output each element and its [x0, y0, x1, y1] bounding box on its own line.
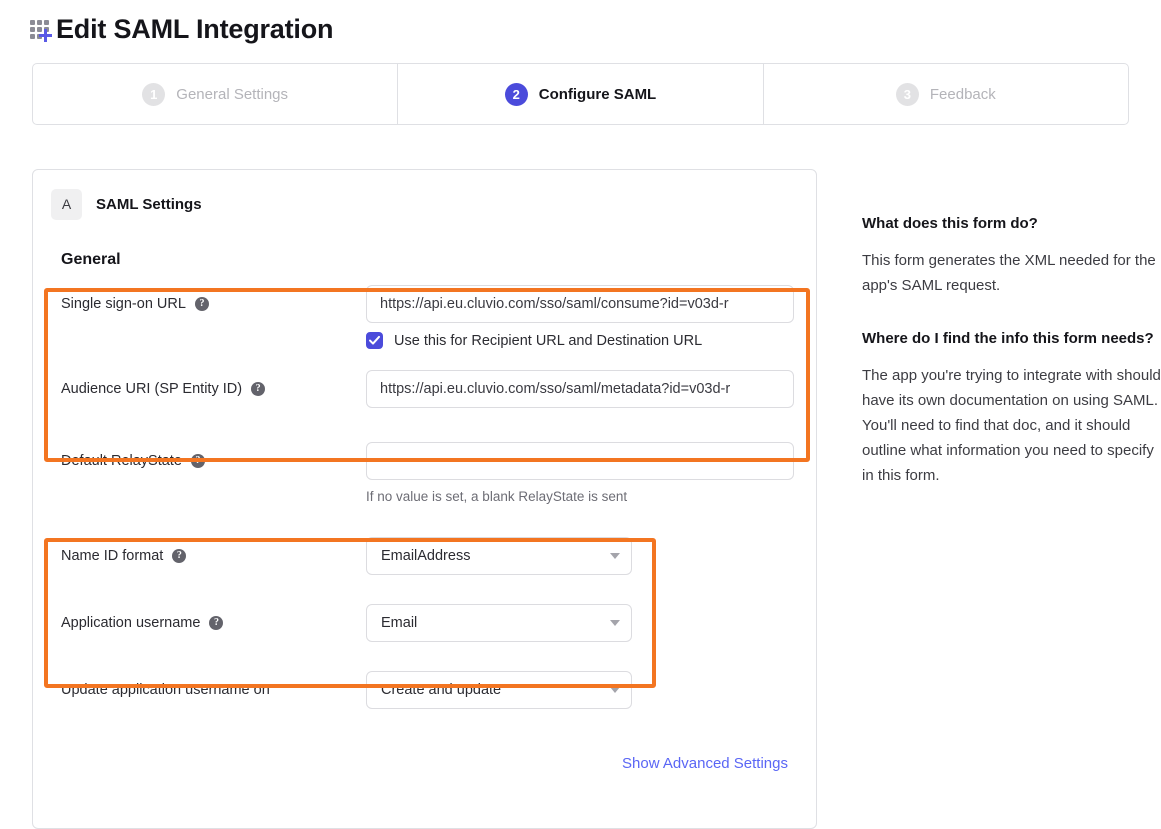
- control-audience-uri: https://api.eu.cluvio.com/sso/saml/metad…: [366, 370, 816, 408]
- row-application-username: Application username ? Email: [33, 604, 816, 642]
- wizard-stepper: 1 General Settings 2 Configure SAML 3 Fe…: [32, 63, 1129, 125]
- default-relaystate-input[interactable]: [366, 442, 794, 480]
- recipient-destination-checkbox-row[interactable]: Use this for Recipient URL and Destinati…: [366, 332, 816, 349]
- help-question-1: What does this form do?: [862, 215, 1038, 232]
- label-text: Update application username on: [61, 682, 270, 698]
- step-feedback[interactable]: 3 Feedback: [764, 64, 1128, 124]
- recipient-destination-checkbox[interactable]: [366, 332, 383, 349]
- step-number-badge: 2: [504, 82, 528, 106]
- label-update-application-username-on: Update application username on: [61, 671, 366, 698]
- label-name-id-format: Name ID format ?: [61, 537, 366, 564]
- update-application-username-on-value: Create and update: [381, 682, 502, 698]
- chevron-down-icon: [610, 687, 620, 693]
- application-username-value: Email: [381, 615, 418, 631]
- default-relaystate-hint: If no value is set, a blank RelayState i…: [366, 489, 628, 504]
- step-label: General Settings: [176, 85, 289, 103]
- step-label: Feedback: [929, 85, 996, 103]
- label-text: Name ID format: [61, 548, 164, 564]
- control-update-application-username-on: Create and update: [366, 671, 816, 709]
- label-audience-uri: Audience URI (SP Entity ID) ?: [61, 370, 366, 397]
- help-icon[interactable]: ?: [194, 297, 209, 311]
- help-icon[interactable]: ?: [209, 616, 224, 630]
- section-header: A SAML Settings: [33, 188, 816, 220]
- label-default-relaystate: Default RelayState ?: [61, 442, 366, 469]
- update-application-username-on-select[interactable]: Create and update: [366, 671, 632, 709]
- label-text: Default RelayState: [61, 453, 182, 469]
- label-single-sign-on-url: Single sign-on URL ?: [61, 285, 366, 312]
- label-text: Audience URI (SP Entity ID): [61, 381, 243, 397]
- control-name-id-format: EmailAddress: [366, 537, 816, 575]
- row-single-sign-on-url: Single sign-on URL ? https://api.eu.cluv…: [33, 285, 816, 349]
- section-title: SAML Settings: [96, 195, 202, 213]
- audience-uri-input[interactable]: https://api.eu.cluvio.com/sso/saml/metad…: [366, 370, 794, 408]
- chevron-down-icon: [610, 620, 620, 626]
- step-general-settings[interactable]: 1 General Settings: [33, 64, 399, 124]
- row-default-relaystate: Default RelayState ? If no value is set,…: [33, 442, 816, 504]
- content-area: A SAML Settings General Single sign-on U…: [32, 169, 1161, 829]
- section-badge: A: [51, 188, 82, 220]
- advanced-settings-row: Show Advanced Settings: [33, 755, 816, 772]
- show-advanced-settings-link[interactable]: Show Advanced Settings: [622, 755, 788, 772]
- row-name-id-format: Name ID format ? EmailAddress: [33, 537, 816, 575]
- single-sign-on-url-input[interactable]: https://api.eu.cluvio.com/sso/saml/consu…: [366, 285, 794, 323]
- application-username-select[interactable]: Email: [366, 604, 632, 642]
- help-icon[interactable]: ?: [190, 454, 205, 468]
- label-application-username: Application username ?: [61, 604, 366, 631]
- chevron-down-icon: [610, 553, 620, 559]
- group-title-general: General: [61, 251, 121, 268]
- step-number-badge: 3: [895, 82, 919, 106]
- label-text: Single sign-on URL: [61, 296, 186, 312]
- help-answer-2: The app you're trying to integrate with …: [862, 367, 1161, 484]
- app-grid-plus-icon: [28, 16, 56, 42]
- control-application-username: Email: [366, 604, 816, 642]
- help-question-2: Where do I find the info this form needs…: [862, 330, 1154, 347]
- help-answer-1: This form generates the XML needed for t…: [862, 252, 1156, 294]
- saml-settings-card: A SAML Settings General Single sign-on U…: [32, 169, 817, 829]
- control-single-sign-on-url: https://api.eu.cluvio.com/sso/saml/consu…: [366, 285, 816, 349]
- row-audience-uri: Audience URI (SP Entity ID) ? https://ap…: [33, 370, 816, 408]
- name-id-format-select[interactable]: EmailAddress: [366, 537, 632, 575]
- step-number-badge: 1: [142, 82, 166, 106]
- help-icon[interactable]: ?: [172, 549, 187, 563]
- step-configure-saml[interactable]: 2 Configure SAML: [398, 64, 764, 124]
- control-default-relaystate: If no value is set, a blank RelayState i…: [366, 442, 816, 504]
- name-id-format-value: EmailAddress: [381, 548, 471, 564]
- page-title: Edit SAML Integration: [56, 13, 334, 44]
- page-header: Edit SAML Integration: [0, 0, 1161, 44]
- side-help-panel: What does this form do? This form genera…: [862, 169, 1161, 518]
- row-update-application-username-on: Update application username on Create an…: [33, 671, 816, 709]
- step-label: Configure SAML: [538, 85, 657, 103]
- help-icon[interactable]: ?: [251, 382, 266, 396]
- label-text: Application username: [61, 615, 201, 631]
- recipient-destination-checkbox-label: Use this for Recipient URL and Destinati…: [394, 332, 703, 349]
